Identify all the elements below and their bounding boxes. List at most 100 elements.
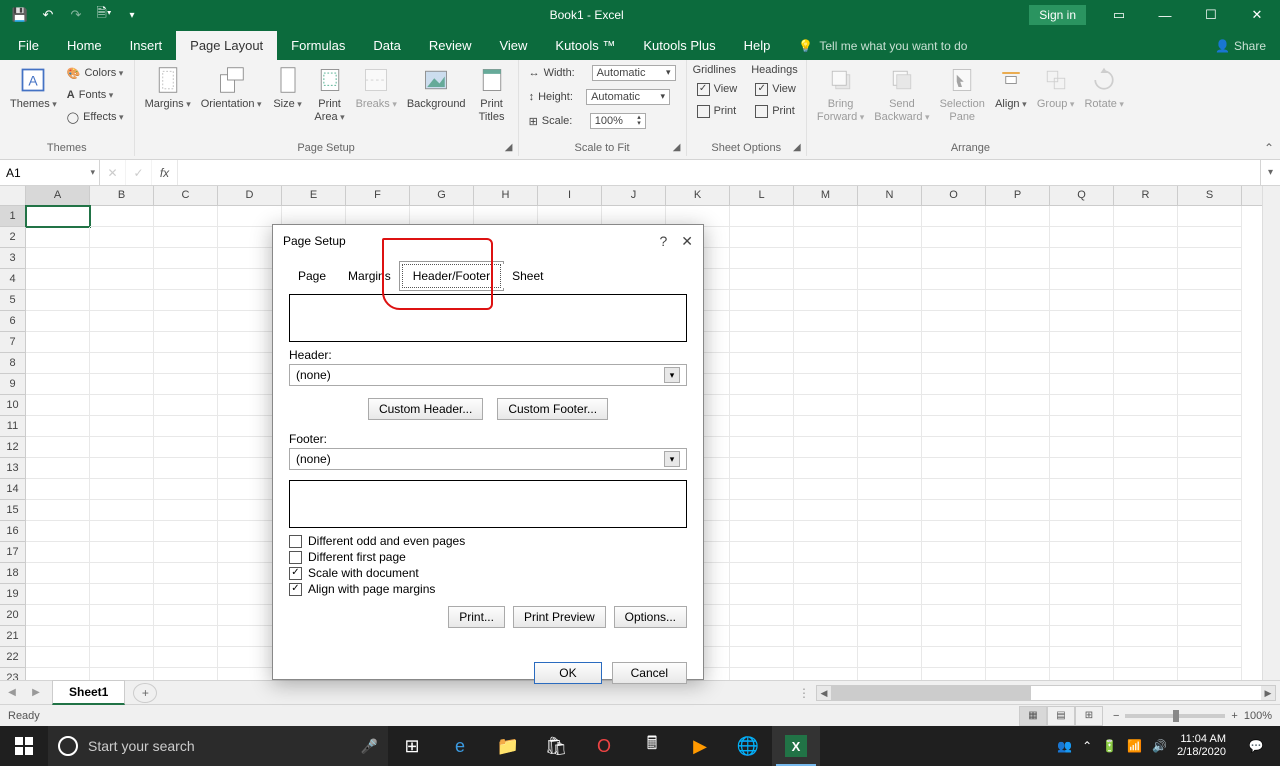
cell[interactable]	[154, 227, 218, 248]
row-header[interactable]: 8	[0, 353, 26, 374]
cell[interactable]	[90, 626, 154, 647]
cell[interactable]	[154, 542, 218, 563]
cell[interactable]	[26, 248, 90, 269]
cell[interactable]	[90, 227, 154, 248]
cell[interactable]	[1114, 668, 1178, 680]
cell[interactable]	[730, 290, 794, 311]
row-header[interactable]: 19	[0, 584, 26, 605]
cell[interactable]	[986, 458, 1050, 479]
cell[interactable]	[90, 332, 154, 353]
column-header[interactable]: H	[474, 186, 538, 205]
different-first-page-checkbox[interactable]: Different first page	[289, 550, 687, 564]
cell[interactable]	[730, 605, 794, 626]
cell[interactable]	[26, 647, 90, 668]
cell[interactable]	[730, 248, 794, 269]
cell[interactable]	[1114, 227, 1178, 248]
cell[interactable]	[1050, 668, 1114, 680]
cell[interactable]	[922, 227, 986, 248]
cell[interactable]	[922, 374, 986, 395]
cell[interactable]	[730, 542, 794, 563]
cell[interactable]	[26, 227, 90, 248]
cell[interactable]	[1050, 227, 1114, 248]
cell[interactable]	[1114, 542, 1178, 563]
horizontal-scrollbar[interactable]: ◀ ▶	[816, 685, 1276, 701]
cell[interactable]	[1114, 626, 1178, 647]
system-clock[interactable]: 11:04 AM 2/18/2020	[1177, 733, 1226, 759]
cancel-formula-icon[interactable]: ✕	[100, 160, 126, 185]
headings-print-checkbox[interactable]: Print	[751, 100, 800, 122]
insert-function-icon[interactable]: fx	[152, 160, 178, 185]
orientation-button[interactable]: Orientation	[197, 62, 266, 113]
width-dropdown[interactable]: Automatic▾	[592, 65, 676, 81]
sheet-options-launcher[interactable]: ◢	[790, 140, 804, 154]
cell[interactable]	[794, 416, 858, 437]
cell[interactable]	[1114, 563, 1178, 584]
scale-spinner[interactable]: 100%▴▾	[590, 113, 646, 129]
cell[interactable]	[1178, 227, 1242, 248]
minimize-button[interactable]: —	[1142, 0, 1188, 30]
cell[interactable]	[1178, 500, 1242, 521]
cell[interactable]	[26, 479, 90, 500]
margins-button[interactable]: Margins	[141, 62, 195, 113]
cell[interactable]	[90, 563, 154, 584]
row-header[interactable]: 20	[0, 605, 26, 626]
tray-chevron-icon[interactable]: ⌃	[1082, 739, 1092, 753]
cell[interactable]	[1178, 605, 1242, 626]
cell[interactable]	[90, 521, 154, 542]
cell[interactable]	[1178, 668, 1242, 680]
cell[interactable]	[730, 311, 794, 332]
cell[interactable]	[858, 206, 922, 227]
cell[interactable]	[154, 584, 218, 605]
cell[interactable]	[26, 542, 90, 563]
cell[interactable]	[154, 248, 218, 269]
cell[interactable]	[154, 206, 218, 227]
save-icon[interactable]: 💾	[8, 3, 32, 27]
cell[interactable]	[90, 206, 154, 227]
cell[interactable]	[986, 521, 1050, 542]
cell[interactable]	[730, 269, 794, 290]
cell[interactable]	[154, 311, 218, 332]
cell[interactable]	[794, 584, 858, 605]
cell[interactable]	[90, 248, 154, 269]
cell[interactable]	[90, 584, 154, 605]
cell[interactable]	[1114, 647, 1178, 668]
cell[interactable]	[922, 668, 986, 680]
formula-bar[interactable]	[178, 160, 1260, 185]
cell[interactable]	[986, 311, 1050, 332]
opera-icon[interactable]: O	[580, 726, 628, 766]
cell[interactable]	[1050, 311, 1114, 332]
cell[interactable]	[730, 458, 794, 479]
cell[interactable]	[1178, 647, 1242, 668]
cell[interactable]	[1050, 332, 1114, 353]
bring-forward-button[interactable]: Bring Forward	[813, 62, 868, 126]
cell[interactable]	[1178, 290, 1242, 311]
cell[interactable]	[858, 479, 922, 500]
cell[interactable]	[794, 668, 858, 680]
cell[interactable]	[90, 605, 154, 626]
tab-view[interactable]: View	[485, 31, 541, 60]
size-button[interactable]: Size	[268, 62, 308, 113]
cell[interactable]	[1178, 521, 1242, 542]
close-button[interactable]: ✕	[1234, 0, 1280, 30]
scroll-left-icon[interactable]: ◀	[817, 686, 831, 700]
cell[interactable]	[986, 353, 1050, 374]
cell[interactable]	[26, 626, 90, 647]
cell[interactable]	[154, 437, 218, 458]
cell[interactable]	[154, 374, 218, 395]
cell[interactable]	[1050, 374, 1114, 395]
cell[interactable]	[730, 479, 794, 500]
cell[interactable]	[986, 416, 1050, 437]
cell[interactable]	[26, 563, 90, 584]
cell[interactable]	[922, 521, 986, 542]
split-handle[interactable]: ⋮	[798, 686, 810, 700]
cell[interactable]	[26, 353, 90, 374]
tab-formulas[interactable]: Formulas	[277, 31, 359, 60]
cell[interactable]	[730, 437, 794, 458]
cell[interactable]	[730, 374, 794, 395]
cell[interactable]	[154, 668, 218, 680]
height-dropdown[interactable]: Automatic▾	[586, 89, 670, 105]
column-header[interactable]: J	[602, 186, 666, 205]
row-header[interactable]: 23	[0, 668, 26, 680]
cell[interactable]	[1114, 374, 1178, 395]
cell[interactable]	[922, 332, 986, 353]
